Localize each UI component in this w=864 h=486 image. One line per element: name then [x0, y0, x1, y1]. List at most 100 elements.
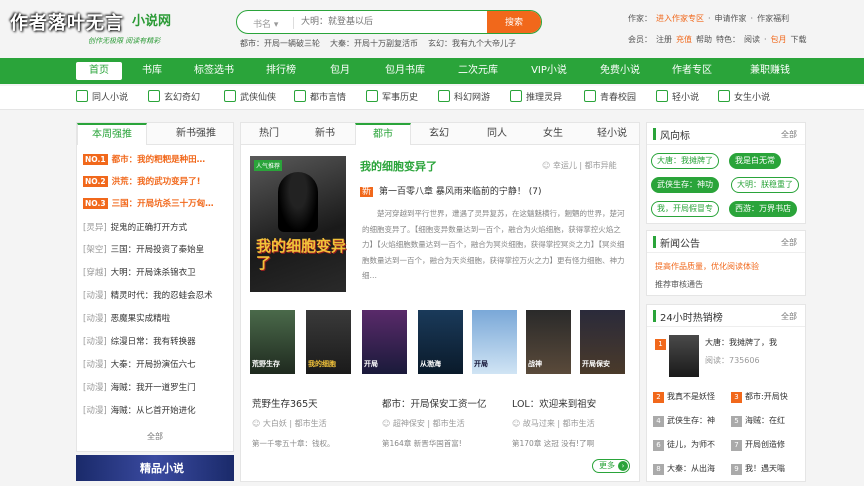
search-button[interactable]: 搜索 — [487, 11, 541, 33]
nav-author-zone[interactable]: 作者专区 — [666, 58, 718, 84]
download-link[interactable]: 下载 — [791, 35, 807, 44]
rank-item[interactable]: 7 开局创造修 — [731, 439, 785, 451]
hot-search-link[interactable]: 大秦：开局十万副复活币 — [330, 39, 418, 48]
category-youth[interactable]: 青春校园 — [584, 90, 636, 106]
category-fanfic[interactable]: 同人小说 — [76, 90, 128, 106]
book-chapter[interactable]: 第170章 这冠 没有!了啊 — [512, 438, 594, 449]
featured-book-cover[interactable]: 人气推荐 我的细胞变异了 — [250, 156, 346, 292]
category-female[interactable]: 女生小说 — [718, 90, 770, 106]
nav-free[interactable]: 免费小说 — [594, 58, 646, 84]
promo-banner[interactable]: 精品小说 — [76, 455, 234, 481]
news-all-link[interactable]: 全部 — [781, 237, 797, 248]
tab-hot[interactable]: 热门 — [251, 123, 287, 145]
tab-urban[interactable]: 都市 — [355, 123, 411, 145]
top-item-3[interactable]: NO.3 三国：开局坑杀三十万匈… — [83, 197, 214, 209]
recharge-link[interactable]: 充值 — [676, 35, 692, 44]
rank-item[interactable]: 4 武侠生存：神 — [653, 415, 715, 427]
book-chapter[interactable]: 第一千零五十章：钱权。 — [252, 438, 335, 449]
tab-new[interactable]: 新书 — [307, 123, 343, 145]
book-cover[interactable]: 从渤海 — [418, 310, 463, 374]
book-cover[interactable]: 我的细胞 — [306, 310, 351, 374]
rank-item[interactable]: 2 我真不是妖怪 — [653, 391, 715, 403]
tab-newbook[interactable]: 新书强推 — [161, 123, 231, 145]
rank-item[interactable]: 5 海贼：在红 — [731, 415, 785, 427]
top-item-1[interactable]: NO.1 都市：我的粑粑是种田… — [83, 153, 205, 165]
register-link[interactable]: 注册 — [656, 35, 672, 44]
left-more-link[interactable]: 全部 — [147, 431, 163, 442]
nav-monthly-library[interactable]: 包月书库 — [378, 58, 432, 84]
read-link[interactable]: 阅读 — [744, 35, 760, 44]
list-item[interactable]: [架空] 三国：开局投资了秦始皇 — [83, 243, 204, 255]
list-item[interactable]: [灵异] 捉鬼的正确打开方式 — [83, 221, 187, 233]
author-zone-link[interactable]: 进入作家专区 — [656, 14, 704, 23]
trend-all-link[interactable]: 全部 — [781, 129, 797, 140]
category-wuxia[interactable]: 武侠仙侠 — [224, 90, 276, 106]
trend-pill[interactable]: 武侠生存：神功 — [651, 177, 719, 193]
nav-part-time[interactable]: 兼职赚钱 — [740, 58, 800, 84]
list-item[interactable]: [穿越] 大明：开局诛杀锦衣卫 — [83, 266, 196, 278]
nav-vip[interactable]: VIP小说 — [524, 58, 574, 84]
nav-library[interactable]: 书库 — [134, 58, 170, 84]
nav-rankings[interactable]: 排行榜 — [258, 58, 304, 84]
apply-author-link[interactable]: 申请作家 — [715, 14, 747, 23]
book-cover[interactable]: 战神 — [526, 310, 571, 374]
watermark: 作者落叶无言 — [10, 13, 124, 34]
trend-pill[interactable]: 西游：万界书店 — [729, 201, 797, 217]
latest-chapter[interactable]: 新第一百零八章 暴风雨来临前的宁静！ (7) — [360, 184, 542, 197]
category-urban[interactable]: 都市言情 — [294, 90, 346, 106]
list-item[interactable]: [动漫] 精灵时代：我的忍蛙会忍术 — [83, 289, 213, 301]
tab-female[interactable]: 女生 — [535, 123, 571, 145]
hot-search-link[interactable]: 玄幻：我有九个大帝儿子 — [428, 39, 516, 48]
book-title[interactable]: 荒野生存365天 — [252, 396, 318, 410]
tab-fanfic[interactable]: 同人 — [479, 123, 515, 145]
rank-first-cover[interactable] — [669, 335, 699, 377]
trend-pill[interactable]: 我，开局假冒专 — [651, 201, 719, 217]
trend-pill[interactable]: 大唐：我摊牌了 — [651, 153, 719, 169]
search-input[interactable] — [301, 14, 481, 30]
trend-pill[interactable]: 大明：朕稳重了 — [731, 177, 799, 193]
list-item[interactable]: [动漫] 恶魔果实成精啦 — [83, 312, 170, 324]
nav-tags[interactable]: 标签选书 — [188, 58, 240, 84]
nav-home[interactable]: 首页 — [76, 62, 122, 80]
rank-item[interactable]: 9 我！遇天嗡 — [731, 463, 785, 475]
category-fantasy[interactable]: 玄幻奇幻 — [148, 90, 200, 106]
tab-light-novel[interactable]: 轻小说 — [589, 123, 635, 145]
rank-item[interactable]: 8 大秦：从出海 — [653, 463, 715, 475]
nav-acg-library[interactable]: 二次元库 — [452, 58, 504, 84]
news-item[interactable]: 推荐审核通告 — [655, 279, 703, 290]
category-bar: 同人小说 玄幻奇幻 武侠仙侠 都市言情 军事历史 科幻网游 推理灵异 青春校园 … — [0, 86, 864, 110]
book-cover[interactable]: 开局 — [472, 310, 517, 374]
nav-monthly[interactable]: 包月 — [322, 58, 358, 84]
list-item[interactable]: [动漫] 海贼：从匕首开始进化 — [83, 404, 196, 416]
top-item-2[interactable]: NO.2 洪荒：我的武功变异了! — [83, 175, 200, 187]
category-light-novel[interactable]: 轻小说 — [656, 90, 699, 106]
featured-book-title[interactable]: 我的细胞变异了 — [360, 158, 437, 174]
news-item[interactable]: 提高作品质量，优化阅读体验 — [655, 261, 759, 272]
tab-fantasy[interactable]: 玄幻 — [421, 123, 457, 145]
book-title[interactable]: 都市：开局保安工资一亿 — [382, 396, 487, 410]
rank-item[interactable]: 6 徒儿，为师不 — [653, 439, 715, 451]
help-link[interactable]: 帮助 — [696, 35, 712, 44]
hot-search-link[interactable]: 都市：开局一辆破三轮 — [240, 39, 320, 48]
list-item[interactable]: [动漫] 综漫日常：我有转换器 — [83, 335, 196, 347]
list-item[interactable]: [动漫] 海贼：我开一道罗生门 — [83, 381, 196, 393]
category-military[interactable]: 军事历史 — [366, 90, 418, 106]
featured-book-author[interactable]: ☺ 幸运儿 | 都市异能 — [542, 160, 617, 171]
monthly-link[interactable]: 包月 — [771, 35, 787, 44]
author-welfare-link[interactable]: 作家福利 — [757, 14, 789, 23]
book-cover[interactable]: 开局保安 — [580, 310, 625, 374]
search-category-select[interactable]: 书名 ▾ — [253, 17, 278, 30]
more-button[interactable]: 更多 › — [592, 459, 630, 473]
category-mystery[interactable]: 推理灵异 — [510, 90, 562, 106]
trend-pill[interactable]: 我是白无常 — [729, 153, 781, 169]
rank-first-title[interactable]: 大唐：我摊牌了，我 — [705, 337, 777, 348]
rank-item[interactable]: 3 都市:开局快 — [731, 391, 788, 403]
list-item[interactable]: [动漫] 大秦：开局扮演伍六七 — [83, 358, 196, 370]
book-chapter[interactable]: 第164章 新晋华国首富! — [382, 438, 462, 449]
category-scifi[interactable]: 科幻网游 — [438, 90, 490, 106]
book-cover[interactable]: 开局 — [362, 310, 407, 374]
book-title[interactable]: LOL：欢迎来到祖安 — [512, 396, 596, 410]
rank-all-link[interactable]: 全部 — [781, 311, 797, 322]
book-cover[interactable]: 荒野生存 — [250, 310, 295, 374]
tab-weekly[interactable]: 本周强推 — [77, 123, 147, 145]
